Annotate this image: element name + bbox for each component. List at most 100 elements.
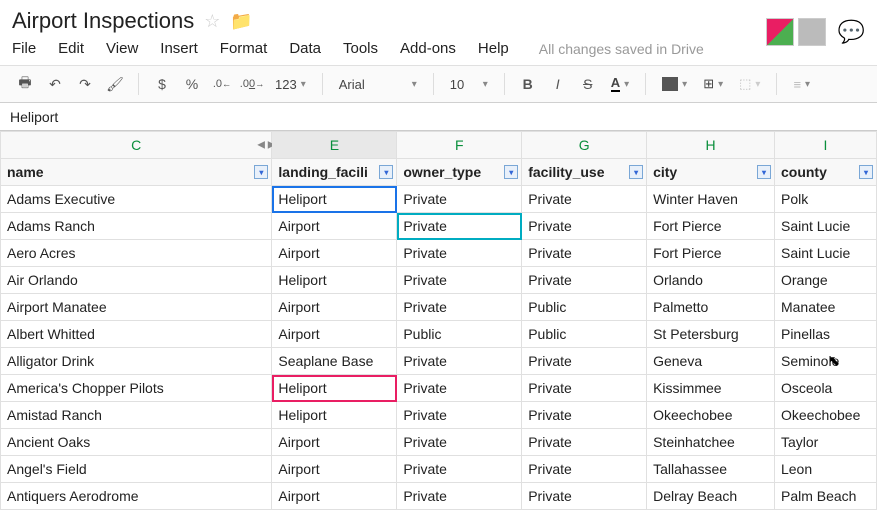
- filter-icon[interactable]: ▾: [629, 165, 643, 179]
- currency-format[interactable]: $: [149, 71, 175, 97]
- cell[interactable]: Pinellas: [774, 321, 876, 348]
- menu-edit[interactable]: Edit: [58, 40, 84, 57]
- cell[interactable]: Heliport: [272, 402, 397, 429]
- cell[interactable]: Kissimmee: [647, 375, 775, 402]
- column-header-I[interactable]: I: [774, 132, 876, 159]
- cell[interactable]: Private: [522, 483, 647, 510]
- paint-format-icon[interactable]: 🖌: [102, 71, 128, 97]
- cell[interactable]: Private: [522, 429, 647, 456]
- cell[interactable]: Alligator Drink: [1, 348, 272, 375]
- menu-insert[interactable]: Insert: [160, 40, 198, 57]
- cell[interactable]: Private: [397, 213, 522, 240]
- cell[interactable]: Saint Lucie: [774, 213, 876, 240]
- cell[interactable]: Okeechobee: [774, 402, 876, 429]
- cell[interactable]: Airport: [272, 240, 397, 267]
- bold-icon[interactable]: B: [515, 71, 541, 97]
- cell[interactable]: Airport: [272, 483, 397, 510]
- strikethrough-icon[interactable]: S: [575, 71, 601, 97]
- cell[interactable]: Air Orlando: [1, 267, 272, 294]
- cell[interactable]: Private: [522, 213, 647, 240]
- cell[interactable]: Adams Executive: [1, 186, 272, 213]
- column-header-F[interactable]: F: [397, 132, 522, 159]
- increase-decimal[interactable]: .00→: [239, 71, 265, 97]
- percent-format[interactable]: %: [179, 71, 205, 97]
- cell[interactable]: Airport Manatee: [1, 294, 272, 321]
- text-color-select[interactable]: A▾: [605, 76, 635, 92]
- cell[interactable]: Manatee: [774, 294, 876, 321]
- cell[interactable]: Seminole⬉: [774, 348, 876, 375]
- star-icon[interactable]: ☆: [204, 11, 220, 32]
- formula-bar[interactable]: Heliport: [0, 103, 877, 131]
- cell[interactable]: Private: [397, 240, 522, 267]
- cell[interactable]: Private: [397, 402, 522, 429]
- cell[interactable]: Airport: [272, 213, 397, 240]
- cell[interactable]: Antiquers Aerodrome: [1, 483, 272, 510]
- filter-icon[interactable]: ▾: [757, 165, 771, 179]
- menu-data[interactable]: Data: [289, 40, 321, 57]
- decrease-decimal[interactable]: .0←: [209, 71, 235, 97]
- cell[interactable]: Taylor: [774, 429, 876, 456]
- cell[interactable]: Private: [397, 456, 522, 483]
- cell[interactable]: Public: [397, 321, 522, 348]
- cell[interactable]: Public: [522, 294, 647, 321]
- cell[interactable]: Private: [397, 294, 522, 321]
- borders-select[interactable]: ⊞▾: [697, 76, 729, 92]
- filter-icon[interactable]: ▾: [254, 165, 268, 179]
- collaborator-avatar-1[interactable]: [766, 18, 794, 46]
- cell[interactable]: Osceola: [774, 375, 876, 402]
- cell[interactable]: Private: [522, 375, 647, 402]
- cell[interactable]: Angel's Field: [1, 456, 272, 483]
- font-select[interactable]: Arial▾: [333, 77, 423, 92]
- cell[interactable]: Fort Pierce: [647, 240, 775, 267]
- cell[interactable]: Private: [397, 267, 522, 294]
- number-format-select[interactable]: 123▾: [269, 77, 312, 92]
- cell[interactable]: St Petersburg: [647, 321, 775, 348]
- cell[interactable]: Private: [522, 348, 647, 375]
- cell[interactable]: Leon: [774, 456, 876, 483]
- cell[interactable]: Heliport: [272, 186, 397, 213]
- cell[interactable]: Airport: [272, 456, 397, 483]
- menu-view[interactable]: View: [106, 40, 138, 57]
- filter-icon[interactable]: ▾: [504, 165, 518, 179]
- cell[interactable]: Aero Acres: [1, 240, 272, 267]
- cell[interactable]: Private: [522, 456, 647, 483]
- column-header-E[interactable]: E: [272, 132, 397, 159]
- menu-addons[interactable]: Add-ons: [400, 40, 456, 57]
- filter-header-name[interactable]: name▾: [1, 159, 272, 186]
- cell[interactable]: Airport: [272, 429, 397, 456]
- folder-icon[interactable]: 📁: [230, 11, 252, 32]
- cell[interactable]: Palm Beach: [774, 483, 876, 510]
- cell[interactable]: Heliport: [272, 375, 397, 402]
- cell[interactable]: Private: [522, 186, 647, 213]
- fill-color-select[interactable]: ▾: [656, 77, 693, 91]
- cell[interactable]: Private: [397, 483, 522, 510]
- cell[interactable]: Seaplane Base: [272, 348, 397, 375]
- font-size-select[interactable]: 10▾: [444, 77, 494, 92]
- column-header-H[interactable]: H: [647, 132, 775, 159]
- doc-title[interactable]: Airport Inspections: [12, 8, 194, 34]
- cell[interactable]: Airport: [272, 294, 397, 321]
- align-select[interactable]: ≡▾: [787, 77, 816, 92]
- cell[interactable]: Private: [397, 348, 522, 375]
- cell[interactable]: Winter Haven: [647, 186, 775, 213]
- cell[interactable]: America's Chopper Pilots: [1, 375, 272, 402]
- collaborator-avatar-2[interactable]: [798, 18, 826, 46]
- cell[interactable]: Orange: [774, 267, 876, 294]
- redo-icon[interactable]: ↷: [72, 71, 98, 97]
- cell[interactable]: Albert Whitted: [1, 321, 272, 348]
- filter-header-facility_use[interactable]: facility_use▾: [522, 159, 647, 186]
- filter-header-city[interactable]: city▾: [647, 159, 775, 186]
- filter-icon[interactable]: ▾: [859, 165, 873, 179]
- cell[interactable]: Saint Lucie: [774, 240, 876, 267]
- cell[interactable]: Palmetto: [647, 294, 775, 321]
- menu-file[interactable]: File: [12, 40, 36, 57]
- column-header-C[interactable]: C◀ ▶: [1, 132, 272, 159]
- cell[interactable]: Adams Ranch: [1, 213, 272, 240]
- cell[interactable]: Polk: [774, 186, 876, 213]
- cell[interactable]: Private: [397, 429, 522, 456]
- cell[interactable]: Private: [397, 186, 522, 213]
- print-icon[interactable]: 🖶: [12, 71, 38, 97]
- menu-help[interactable]: Help: [478, 40, 509, 57]
- cell[interactable]: Delray Beach: [647, 483, 775, 510]
- cell[interactable]: Fort Pierce: [647, 213, 775, 240]
